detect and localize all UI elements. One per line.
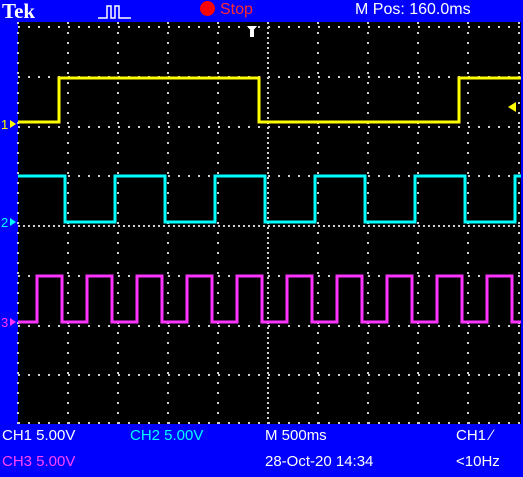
channel-marker-label: 2 <box>1 215 8 230</box>
frequency-readout: <10Hz <box>456 453 500 470</box>
channel-marker-label: 1 <box>1 117 8 132</box>
date-time-readout: 28-Oct-20 14:34 <box>265 453 374 470</box>
channel-1-marker[interactable]: 1 <box>1 117 16 132</box>
channel-marker-arrow-icon <box>10 318 16 326</box>
channel-marker-arrow-icon <box>10 120 16 128</box>
channel-2-marker[interactable]: 2 <box>1 215 16 230</box>
trigger-readout: CH1 ∕ <box>456 427 493 444</box>
channel-marker-arrow-icon <box>10 218 16 226</box>
timebase-readout: M 500ms <box>265 427 327 444</box>
channel-marker-label: 3 <box>1 315 8 330</box>
ch3-scale-readout: CH3 5.00V <box>2 453 76 470</box>
waveform-display: 1 2 3 <box>1 22 521 424</box>
trigger-position-stem <box>250 30 254 37</box>
channel-3-marker[interactable]: 3 <box>1 315 16 330</box>
ch2-scale-readout: CH2 5.00V <box>130 427 204 444</box>
ch1-scale-readout: CH1 5.00V <box>2 427 76 444</box>
